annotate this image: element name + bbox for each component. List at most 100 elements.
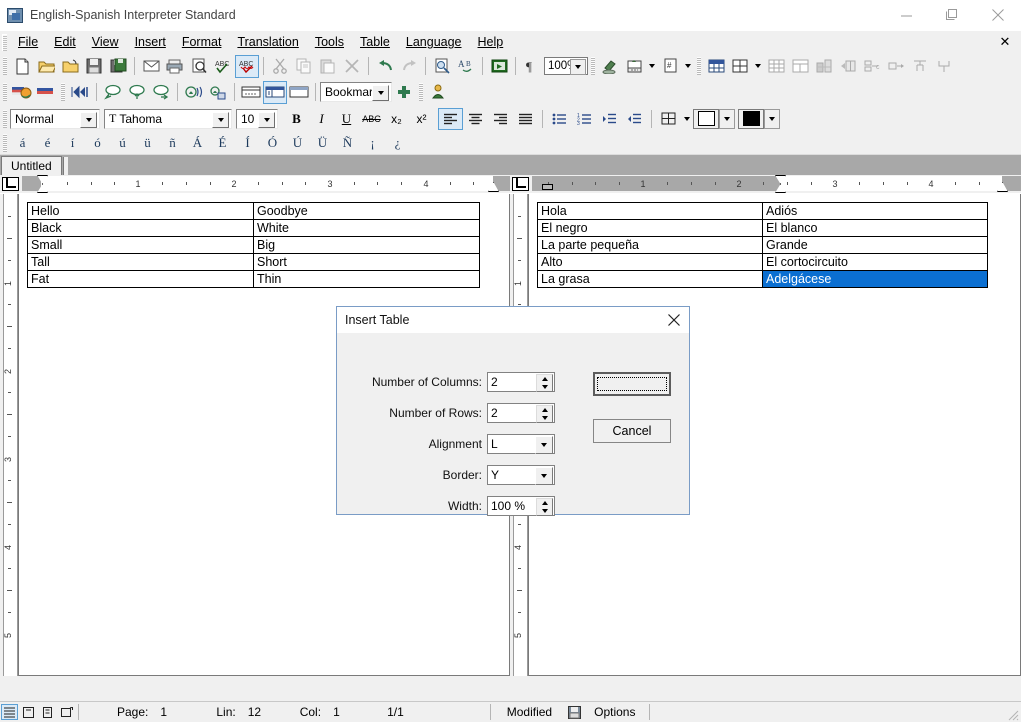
ok-button[interactable] xyxy=(593,372,671,396)
format-toolbar-grip[interactable] xyxy=(3,109,7,128)
width-input[interactable]: 100 % xyxy=(487,496,555,516)
menu-grip[interactable] xyxy=(2,33,7,51)
source-table[interactable]: Hello Goodbye Black White Small Big Tall… xyxy=(27,202,480,288)
toolbar-grip-2[interactable] xyxy=(591,57,595,75)
translation-toolbar-grip-3[interactable] xyxy=(419,83,423,101)
table-cell[interactable]: Adiós xyxy=(762,202,988,220)
table-cell[interactable]: Grande xyxy=(762,236,988,254)
spellcheck-icon[interactable]: ABC xyxy=(211,55,235,78)
numbered-list-icon[interactable]: 123 xyxy=(572,108,597,130)
view-draft-icon[interactable] xyxy=(239,81,263,104)
minimize-button[interactable] xyxy=(883,0,929,30)
view-web-icon[interactable] xyxy=(58,704,75,720)
table-cell[interactable]: La grasa xyxy=(537,270,763,288)
table-cell[interactable]: El blanco xyxy=(762,219,988,237)
menu-format[interactable]: Format xyxy=(174,32,230,52)
undo-icon[interactable] xyxy=(373,55,397,78)
view-list-icon[interactable] xyxy=(1,704,18,720)
char-u-acute[interactable]: ú xyxy=(110,133,135,153)
highlight-color-dropdown-icon[interactable] xyxy=(719,108,735,129)
user-icon[interactable] xyxy=(426,81,450,104)
tab-stop-selector-right[interactable] xyxy=(512,177,529,191)
print-preview-icon[interactable] xyxy=(187,55,211,78)
table-cell[interactable]: Alto xyxy=(537,253,763,271)
table-row[interactable]: El negro El blanco xyxy=(537,219,988,237)
subscript-button[interactable]: x₂ xyxy=(384,108,409,130)
table-row[interactable]: Small Big xyxy=(27,236,480,254)
font-color-button[interactable] xyxy=(738,108,764,129)
italic-button[interactable]: I xyxy=(309,108,334,130)
char-U-acute[interactable]: Ú xyxy=(285,133,310,153)
dictionary-icon[interactable] xyxy=(206,81,230,104)
distribute-columns-icon[interactable] xyxy=(932,55,956,78)
bold-button[interactable]: B xyxy=(284,108,309,130)
char-e-acute[interactable]: é xyxy=(35,133,60,153)
table-grid-dropdown-icon[interactable] xyxy=(752,55,764,78)
format-painter-icon[interactable]: AB xyxy=(454,55,478,78)
columns-input[interactable]: 2 xyxy=(487,372,555,392)
width-spinner[interactable] xyxy=(536,498,553,516)
split-cells-icon[interactable] xyxy=(884,55,908,78)
close-button[interactable] xyxy=(975,0,1021,30)
table-cell-selected[interactable]: Adelgácese xyxy=(762,270,988,288)
style-dropdown-icon[interactable] xyxy=(80,111,97,128)
next-segment-icon[interactable] xyxy=(68,81,92,104)
table-row[interactable]: Black White xyxy=(27,219,480,237)
table-cell[interactable]: Hola xyxy=(537,202,763,220)
table-row[interactable]: Tall Short xyxy=(27,253,480,271)
tab-untitled[interactable]: Untitled xyxy=(1,156,62,175)
table-cell[interactable]: Fat xyxy=(27,270,254,288)
save-icon[interactable] xyxy=(82,55,106,78)
options-button[interactable]: Options xyxy=(588,703,641,721)
find-replace-icon[interactable] xyxy=(430,55,454,78)
page-number-icon[interactable]: # xyxy=(658,55,682,78)
cancel-button[interactable]: Cancel xyxy=(593,419,671,443)
borders-dropdown-icon[interactable] xyxy=(681,107,693,130)
open-folder-icon[interactable] xyxy=(34,55,58,78)
table-cell[interactable]: El cortocircuito xyxy=(762,253,988,271)
table-row[interactable]: Alto El cortocircuito xyxy=(537,253,988,271)
vertical-ruler-left[interactable]: 1 2 3 4 5 xyxy=(0,194,18,676)
alignment-select[interactable]: L xyxy=(487,434,555,454)
char-u-diaeresis[interactable]: ü xyxy=(135,133,160,153)
zoom-dropdown-icon[interactable] xyxy=(570,59,586,75)
table-cell[interactable]: Hello xyxy=(27,202,254,220)
underline-button[interactable]: U xyxy=(334,108,359,130)
align-center-icon[interactable] xyxy=(463,108,488,130)
char-i-acute[interactable]: í xyxy=(60,133,85,153)
distribute-rows-icon[interactable] xyxy=(908,55,932,78)
bullet-list-icon[interactable] xyxy=(547,108,572,130)
char-n-tilde[interactable]: ñ xyxy=(160,133,185,153)
table-cell[interactable]: Goodbye xyxy=(253,202,480,220)
table-row[interactable]: Fat Thin xyxy=(27,270,480,288)
comment-prev-icon[interactable] xyxy=(101,81,125,104)
maximize-button[interactable] xyxy=(929,0,975,30)
char-U-diaeresis[interactable]: Ü xyxy=(310,133,335,153)
translation-toolbar-grip[interactable] xyxy=(3,83,7,101)
char-inverted-exclamation[interactable]: ¡ xyxy=(360,133,385,153)
table-sort-icon[interactable] xyxy=(812,55,836,78)
char-E-acute[interactable]: É xyxy=(210,133,235,153)
paste-icon[interactable] xyxy=(316,55,340,78)
save-state-icon[interactable] xyxy=(566,704,583,720)
view-doc-icon[interactable] xyxy=(39,704,56,720)
horizontal-ruler-left[interactable]: 1 2 3 4 xyxy=(0,175,510,194)
align-justify-icon[interactable] xyxy=(513,108,538,130)
speak-icon[interactable] xyxy=(182,81,206,104)
align-right-icon[interactable] xyxy=(488,108,513,130)
page-number-dropdown-icon[interactable] xyxy=(682,55,694,78)
table-autoformat-icon[interactable] xyxy=(764,55,788,78)
char-inverted-question[interactable]: ¿ xyxy=(385,133,410,153)
insert-column-icon[interactable] xyxy=(836,55,860,78)
table-cell[interactable]: El negro xyxy=(537,219,763,237)
menu-file[interactable]: File xyxy=(10,32,46,52)
table-cell[interactable]: Thin xyxy=(253,270,480,288)
menu-tools[interactable]: Tools xyxy=(307,32,352,52)
merge-cells-icon[interactable]: c xyxy=(860,55,884,78)
font-size-combo[interactable]: 10 xyxy=(236,108,278,129)
font-size-dropdown-icon[interactable] xyxy=(258,111,275,128)
print-icon[interactable] xyxy=(163,55,187,78)
style-combo[interactable]: Normal xyxy=(10,108,100,129)
dialog-close-icon[interactable] xyxy=(659,307,689,333)
menu-view[interactable]: View xyxy=(84,32,127,52)
